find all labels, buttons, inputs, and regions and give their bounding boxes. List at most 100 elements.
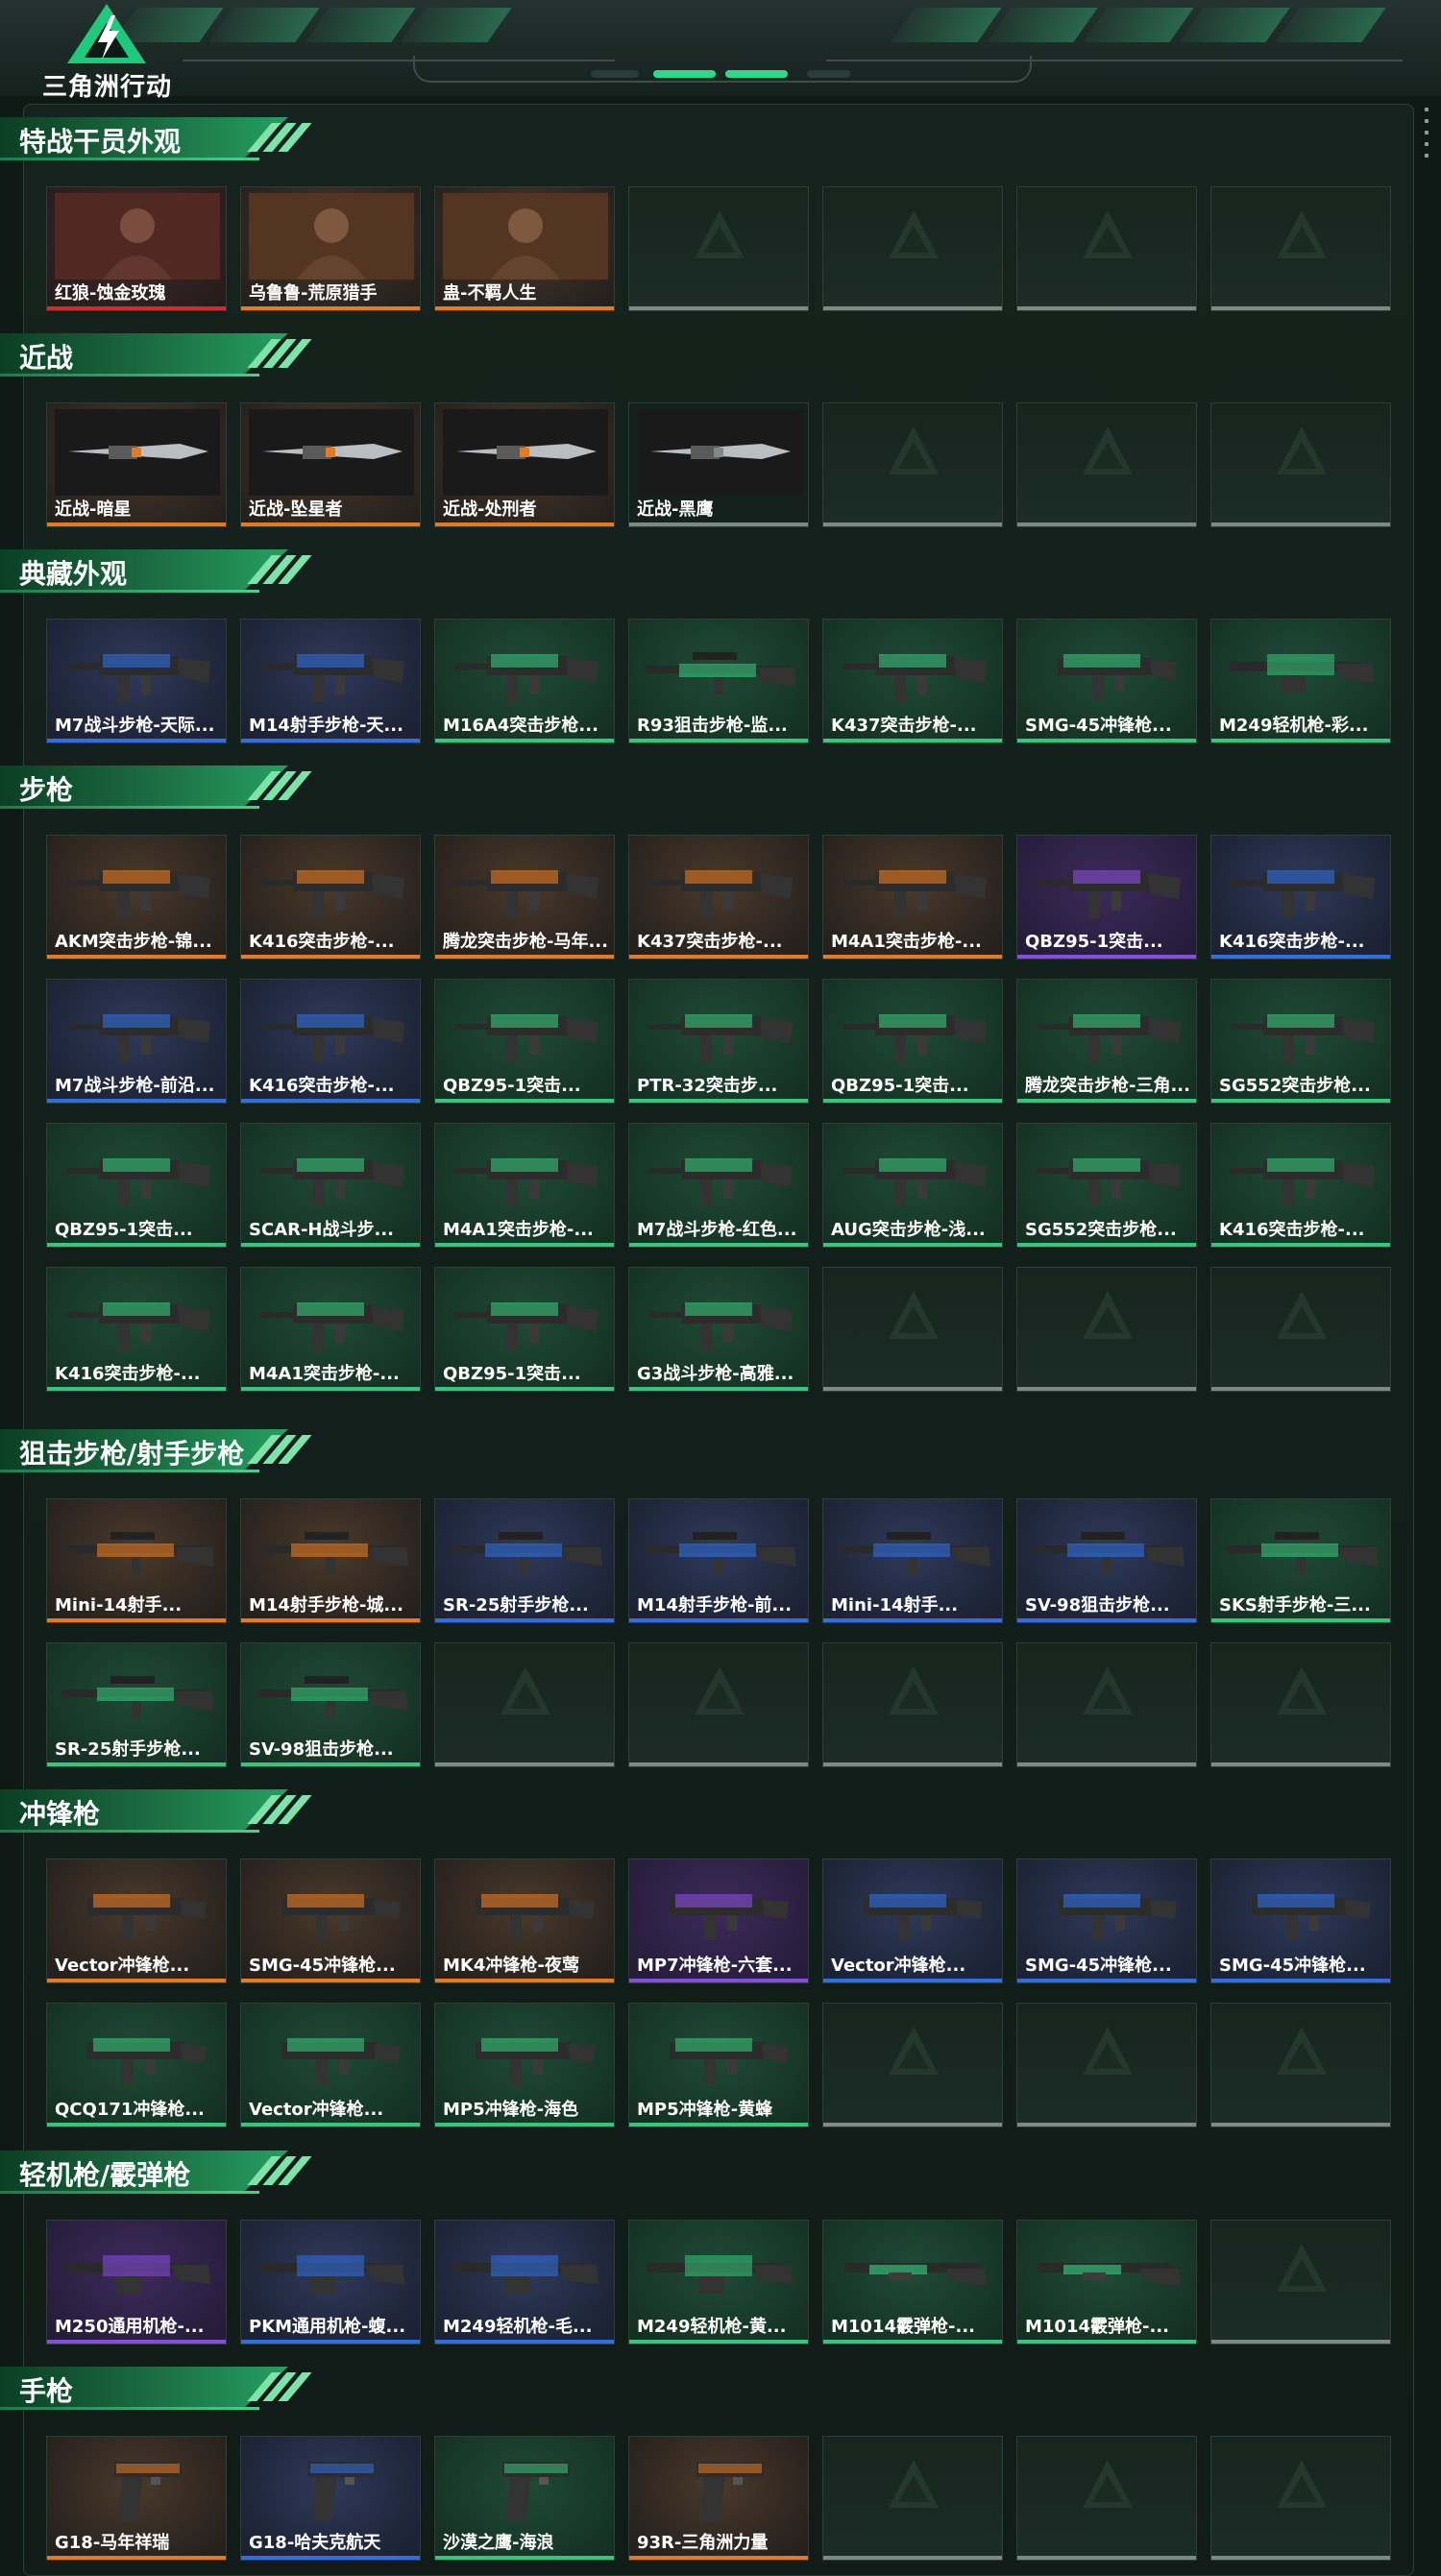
smg-icon bbox=[476, 2038, 595, 2084]
item-name: MP7冲锋枪-六套... bbox=[637, 1956, 793, 1976]
item-card[interactable]: 近战-坠星者 bbox=[240, 402, 421, 527]
item-name: PKM通用机枪-蝮... bbox=[249, 2317, 406, 2337]
item-card[interactable]: M4A1突击步枪-... bbox=[822, 835, 1003, 960]
rarity-bar bbox=[629, 2340, 808, 2344]
item-art bbox=[637, 1505, 802, 1592]
item-card[interactable]: 乌鲁鲁-荒原猎手 bbox=[240, 186, 421, 311]
item-card[interactable]: Vector冲锋枪... bbox=[240, 2003, 421, 2127]
rarity-bar bbox=[435, 306, 614, 310]
section-title: 典藏外观 bbox=[19, 558, 128, 590]
item-card[interactable]: K416突击步枪-... bbox=[240, 979, 421, 1104]
item-card[interactable]: K437突击步枪-... bbox=[822, 619, 1003, 743]
item-card[interactable]: SMG-45冲锋枪... bbox=[1210, 1859, 1391, 1983]
item-name: K416突击步枪-... bbox=[249, 932, 395, 952]
item-card[interactable]: PTR-32突击步... bbox=[628, 979, 809, 1104]
item-card[interactable]: 近战-黑鹰 bbox=[628, 402, 809, 527]
item-card[interactable]: MP7冲锋枪-六套... bbox=[628, 1859, 809, 1983]
item-art bbox=[249, 2442, 414, 2529]
item-card[interactable]: M1014霰弹枪-... bbox=[1016, 2220, 1197, 2345]
item-card[interactable]: M249轻机枪-彩... bbox=[1210, 619, 1391, 743]
rarity-bar bbox=[435, 1387, 614, 1391]
smg-icon bbox=[87, 2038, 207, 2084]
item-card[interactable]: SR-25射手步枪... bbox=[46, 1642, 227, 1767]
item-card[interactable]: MP5冲锋枪-黄蜂 bbox=[628, 2003, 809, 2127]
item-card[interactable]: K416突击步枪-... bbox=[1210, 835, 1391, 960]
rarity-bar bbox=[823, 306, 1002, 310]
item-card[interactable]: M250通用机枪-... bbox=[46, 2220, 227, 2345]
item-art bbox=[249, 841, 414, 928]
item-card[interactable]: 腾龙突击步枪-马年... bbox=[434, 835, 615, 960]
item-name: K437突击步枪-... bbox=[831, 716, 977, 736]
item-card[interactable]: G18-马年祥瑞 bbox=[46, 2436, 227, 2561]
empty-slot-logo-icon bbox=[1277, 2244, 1327, 2292]
item-name: R93狙击步枪-监... bbox=[637, 716, 788, 736]
item-card[interactable]: 腾龙突击步枪-三角... bbox=[1016, 979, 1197, 1104]
item-card[interactable]: 沙漠之鹰-海浪 bbox=[434, 2436, 615, 2561]
item-card[interactable]: SMG-45冲锋枪... bbox=[1016, 1859, 1197, 1983]
item-card[interactable]: K437突击步枪-... bbox=[628, 835, 809, 960]
rarity-bar bbox=[435, 1979, 614, 1982]
operator-portrait-icon bbox=[55, 193, 220, 279]
item-card[interactable]: M1014霰弹枪-... bbox=[822, 2220, 1003, 2345]
item-card[interactable]: SMG-45冲锋枪... bbox=[240, 1859, 421, 1983]
item-card[interactable]: QBZ95-1突击... bbox=[822, 979, 1003, 1104]
item-art bbox=[443, 985, 608, 1072]
item-card[interactable]: K416突击步枪-... bbox=[240, 835, 421, 960]
item-card[interactable]: M249轻机枪-黄... bbox=[628, 2220, 809, 2345]
item-name: SV-98狙击步枪... bbox=[1025, 1595, 1170, 1616]
item-card[interactable]: QBZ95-1突击... bbox=[46, 1123, 227, 1248]
item-card[interactable]: G3战斗步枪-高雅... bbox=[628, 1267, 809, 1392]
item-card[interactable]: 近战-处刑者 bbox=[434, 402, 615, 527]
item-card[interactable]: M7战斗步枪-前沿... bbox=[46, 979, 227, 1104]
empty-slot-logo-icon bbox=[889, 2027, 939, 2075]
item-card[interactable]: Vector冲锋枪... bbox=[46, 1859, 227, 1983]
item-card[interactable]: PKM通用机枪-蝮... bbox=[240, 2220, 421, 2345]
item-card[interactable]: 93R-三角洲力量 bbox=[628, 2436, 809, 2561]
item-card[interactable]: QBZ95-1突击... bbox=[434, 979, 615, 1104]
item-card[interactable]: SCAR-H战斗步... bbox=[240, 1123, 421, 1248]
item-card[interactable]: AUG突击步枪-浅... bbox=[822, 1123, 1003, 1248]
item-art bbox=[1025, 1130, 1190, 1216]
item-card[interactable]: R93狙击步枪-监... bbox=[628, 619, 809, 743]
item-card[interactable]: QBZ95-1突击... bbox=[434, 1267, 615, 1392]
item-card[interactable]: 红狼-蚀金玫瑰 bbox=[46, 186, 227, 311]
item-card[interactable]: 蛊-不羁人生 bbox=[434, 186, 615, 311]
item-card[interactable]: SR-25射手步枪... bbox=[434, 1498, 615, 1623]
item-card[interactable]: SG552突击步枪... bbox=[1210, 979, 1391, 1104]
item-card[interactable]: QBZ95-1突击... bbox=[1016, 835, 1197, 960]
item-card[interactable]: Mini-14射手... bbox=[822, 1498, 1003, 1623]
item-card[interactable]: M14射手步枪-前... bbox=[628, 1498, 809, 1623]
item-card[interactable]: M249轻机枪-毛... bbox=[434, 2220, 615, 2345]
item-card[interactable]: AKM突击步枪-锦... bbox=[46, 835, 227, 960]
item-card[interactable]: Vector冲锋枪... bbox=[822, 1859, 1003, 1983]
item-card[interactable]: MK4冲锋枪-夜莺 bbox=[434, 1859, 615, 1983]
item-card[interactable]: SV-98狙击步枪... bbox=[240, 1642, 421, 1767]
item-card[interactable]: 近战-暗星 bbox=[46, 402, 227, 527]
item-card[interactable]: M14射手步枪-天... bbox=[240, 619, 421, 743]
item-card[interactable]: M4A1突击步枪-... bbox=[240, 1267, 421, 1392]
item-card[interactable]: K416突击步枪-... bbox=[46, 1267, 227, 1392]
item-card[interactable]: M7战斗步枪-红色... bbox=[628, 1123, 809, 1248]
empty-slot-logo-icon bbox=[889, 1666, 939, 1714]
item-card[interactable]: K416突击步枪-... bbox=[1210, 1123, 1391, 1248]
item-card[interactable]: M7战斗步枪-天际... bbox=[46, 619, 227, 743]
item-card[interactable]: QCQ171冲锋枪... bbox=[46, 2003, 227, 2127]
rarity-bar bbox=[823, 2556, 1002, 2560]
item-card[interactable]: SMG-45冲锋枪... bbox=[1016, 619, 1197, 743]
item-card[interactable]: G18-哈夫克航天 bbox=[240, 2436, 421, 2561]
item-card[interactable]: M4A1突击步枪-... bbox=[434, 1123, 615, 1248]
item-card[interactable]: M14射手步枪-城... bbox=[240, 1498, 421, 1623]
item-art bbox=[637, 1274, 802, 1360]
item-card[interactable]: Mini-14射手... bbox=[46, 1498, 227, 1623]
item-card[interactable]: SG552突击步枪... bbox=[1016, 1123, 1197, 1248]
empty-slot-logo-icon bbox=[1277, 1666, 1327, 1714]
item-card[interactable]: MP5冲锋枪-海色 bbox=[434, 2003, 615, 2127]
item-card[interactable]: SKS射手步枪-三... bbox=[1210, 1498, 1391, 1623]
empty-slot bbox=[434, 1642, 615, 1767]
item-card[interactable]: M16A4突击步枪... bbox=[434, 619, 615, 743]
rarity-bar bbox=[823, 955, 1002, 959]
item-art bbox=[249, 193, 414, 279]
item-card[interactable]: SV-98狙击步枪... bbox=[1016, 1498, 1197, 1623]
scroll-indicator-icon[interactable] bbox=[1424, 108, 1429, 165]
knife-icon bbox=[443, 409, 608, 496]
